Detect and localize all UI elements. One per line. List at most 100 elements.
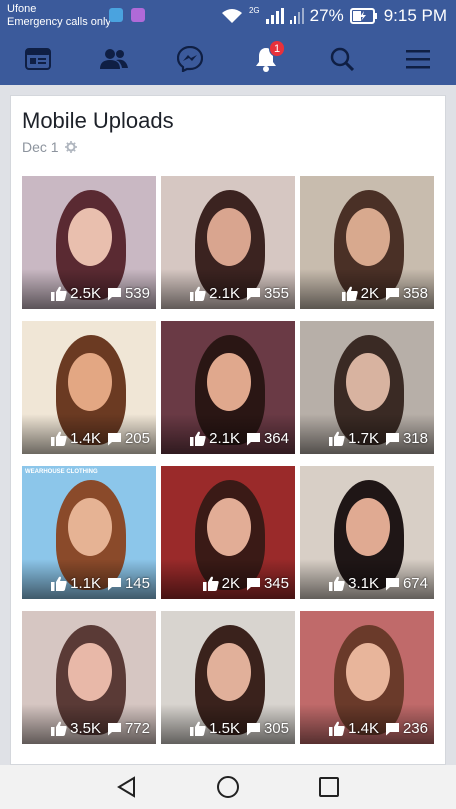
photo-tile[interactable]: 1.5K 305: [161, 611, 295, 744]
wifi-icon: [221, 9, 242, 23]
photo-face: [68, 208, 112, 266]
photo-tile[interactable]: 2.5K 539: [22, 176, 156, 309]
app-nav-bar: 1: [0, 33, 456, 85]
photo-face: [346, 353, 390, 411]
home-button[interactable]: [178, 765, 279, 809]
like-icon: [51, 286, 67, 301]
like-icon: [51, 721, 67, 736]
like-icon: [329, 721, 345, 736]
like-icon: [341, 286, 358, 301]
app-notification-icon: [131, 8, 145, 22]
comment-icon: [107, 722, 121, 735]
like-icon: [329, 576, 345, 591]
comment-count: 318: [402, 430, 428, 447]
like-count: 1.4K: [348, 720, 379, 737]
like-count: 3.1K: [348, 575, 379, 592]
network-type: 2G: [248, 5, 260, 15]
photo-face: [346, 208, 390, 266]
photo-stats: 2K 358: [341, 285, 428, 302]
photo-face: [68, 498, 112, 556]
photo-face: [207, 498, 251, 556]
back-button[interactable]: [77, 765, 178, 809]
photo-stats: 1.7K 318: [329, 430, 428, 447]
comment-count: 305: [263, 720, 289, 737]
photo-face: [68, 643, 112, 701]
photo-tile[interactable]: 3.1K 674: [300, 466, 434, 599]
photo-face: [346, 643, 390, 701]
photo-face: [207, 208, 251, 266]
back-icon: [117, 776, 135, 798]
like-count: 1.1K: [70, 575, 101, 592]
recents-button[interactable]: [279, 765, 380, 809]
photo-tile[interactable]: 3.5K 772: [22, 611, 156, 744]
album-date: Dec 1: [22, 139, 77, 155]
photo-stats: 3.5K 772: [51, 720, 150, 737]
like-count: 1.7K: [348, 430, 379, 447]
photo-stats: 2K 345: [202, 575, 289, 592]
notifications-button[interactable]: 1: [241, 37, 291, 81]
menu-icon: [406, 50, 430, 69]
comment-count: 539: [124, 285, 150, 302]
photo-tile[interactable]: 2K 345: [161, 466, 295, 599]
comment-icon: [385, 432, 399, 445]
menu-button[interactable]: [393, 37, 443, 81]
photo-stats: 1.4K 236: [329, 720, 428, 737]
comment-count: 364: [263, 430, 289, 447]
friends-icon: [100, 49, 128, 69]
comment-icon: [107, 432, 121, 445]
like-icon: [202, 576, 219, 591]
status-bar: Ufone Emergency calls only 2G 27% 9:15 P…: [0, 0, 456, 33]
friends-button[interactable]: [89, 37, 139, 81]
comment-icon: [246, 287, 260, 300]
photo-tile[interactable]: 2.1K 364: [161, 321, 295, 454]
photo-face: [346, 498, 390, 556]
status-indicators: 2G 27% 9:15 PM: [221, 5, 447, 27]
comment-count: 674: [402, 575, 428, 592]
comment-count: 145: [124, 575, 150, 592]
recents-icon: [319, 777, 339, 797]
like-count: 2.5K: [70, 285, 101, 302]
like-count: 2.1K: [209, 285, 240, 302]
battery-percent: 27%: [309, 6, 344, 25]
comment-icon: [246, 577, 260, 590]
photo-stats: 1.4K 205: [51, 430, 150, 447]
messenger-button[interactable]: [165, 37, 215, 81]
photo-face: [207, 353, 251, 411]
like-count: 1.5K: [209, 720, 240, 737]
comment-icon: [385, 287, 399, 300]
clock: 9:15 PM: [383, 6, 447, 25]
privacy-icon[interactable]: [64, 141, 77, 153]
photo-tile[interactable]: 1.4K 236: [300, 611, 434, 744]
photo-tile[interactable]: 1.4K 205: [22, 321, 156, 454]
photo-tile[interactable]: 2.1K 355: [161, 176, 295, 309]
search-button[interactable]: [317, 37, 367, 81]
photo-stats: 1.1K 145: [51, 575, 150, 592]
like-count: 3.5K: [70, 720, 101, 737]
signal-icon-secondary: [289, 8, 304, 24]
photo-stats: 2.1K 355: [190, 285, 289, 302]
carrier-info: Ufone Emergency calls only: [7, 3, 111, 29]
messenger-icon: [177, 46, 203, 72]
comment-icon: [246, 432, 260, 445]
photo-stats: 2.5K 539: [51, 285, 150, 302]
signal-icon: [265, 8, 284, 24]
like-count: 1.4K: [70, 430, 101, 447]
news-feed-button[interactable]: [13, 37, 63, 81]
photo-tile[interactable]: WEARHOUSE CLOTHING 1.1K 145: [22, 466, 156, 599]
like-count: 2K: [360, 285, 379, 302]
comment-count: 345: [263, 575, 289, 592]
photo-stats: 3.1K 674: [329, 575, 428, 592]
comment-count: 355: [263, 285, 289, 302]
comment-icon: [107, 577, 121, 590]
home-icon: [217, 776, 239, 798]
carrier-name: Ufone: [7, 3, 37, 15]
photo-tile[interactable]: 2K 358: [300, 176, 434, 309]
comment-count: 772: [124, 720, 150, 737]
comment-count: 236: [402, 720, 428, 737]
photo-tile[interactable]: 1.7K 318: [300, 321, 434, 454]
app-notification-icon: [109, 8, 123, 22]
like-count: 2K: [221, 575, 240, 592]
like-icon: [190, 286, 206, 301]
comment-icon: [107, 287, 121, 300]
like-icon: [329, 431, 345, 446]
